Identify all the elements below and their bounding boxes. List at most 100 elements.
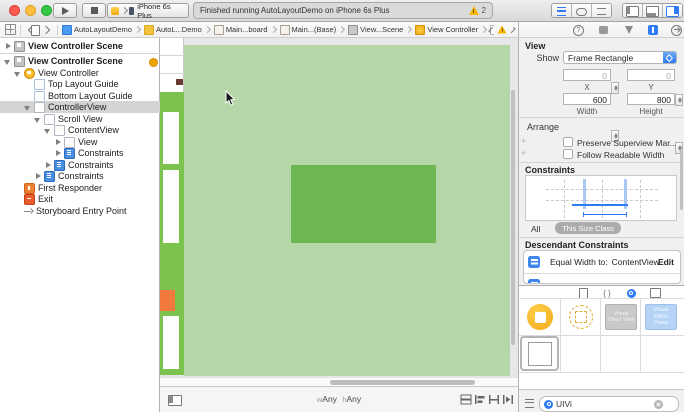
guide-line: [564, 180, 565, 218]
width-constraint-line[interactable]: [572, 204, 628, 206]
x-field[interactable]: 0: [563, 69, 611, 81]
library-item-visual-effect-views[interactable]: Visual Effect Views: [645, 304, 677, 330]
outline-row-scene-collapsed[interactable]: View Controller Scene: [0, 40, 164, 52]
media-library-icon: [650, 288, 661, 298]
outline-row-exit[interactable]: Exit: [0, 193, 174, 205]
zoom-window-button[interactable]: [41, 5, 52, 16]
standard-editor-button[interactable]: [552, 4, 572, 18]
breadcrumb-item-project[interactable]: AutoLayoutDemo: [62, 25, 144, 35]
close-window-button[interactable]: [9, 5, 20, 16]
preserve-superview-checkbox[interactable]: [563, 137, 573, 147]
project-icon: [62, 25, 72, 35]
tab-attributes-inspector[interactable]: [623, 25, 634, 36]
tab-object-library[interactable]: [625, 288, 637, 298]
constraints-tab-all[interactable]: All: [531, 224, 540, 234]
next-issue-button[interactable]: [509, 26, 515, 32]
content-subview[interactable]: [291, 165, 436, 243]
library-item-visual-effect-view[interactable]: Visual Effect View: [605, 304, 637, 330]
breadcrumb-item-view-controller[interactable]: View Controller: [415, 25, 490, 35]
height-field[interactable]: 800: [627, 93, 675, 105]
library-item-view-selected[interactable]: [520, 336, 559, 371]
library-item-storyboard-reference[interactable]: [569, 305, 593, 329]
pin-button[interactable]: [488, 394, 500, 405]
descendant-constraint-row[interactable]: Equal Width to: ContentView Edit: [524, 251, 680, 274]
tab-file-inspector[interactable]: [30, 25, 41, 36]
vertical-scrollbar[interactable]: [511, 90, 515, 345]
version-editor-button[interactable]: [592, 4, 611, 18]
outline-row-controllerview[interactable]: ControllerView: [0, 101, 184, 113]
outline-row-entry-point[interactable]: Storyboard Entry Point: [0, 205, 174, 217]
chevron-down-icon[interactable]: [4, 57, 12, 65]
breadcrumb-item-storyboard[interactable]: Main...board: [214, 25, 280, 35]
storyboard-file-icon: [280, 25, 290, 35]
library-filter-field[interactable]: [539, 396, 679, 412]
resolve-autolayout-button[interactable]: [502, 394, 514, 405]
stop-button[interactable]: [82, 3, 106, 18]
scheme-device-label: iPhone 6s Plus: [137, 2, 185, 20]
tab-code-snippets[interactable]: { }: [601, 288, 613, 298]
library-item-view-controller[interactable]: [527, 304, 553, 330]
breadcrumb-item-scene[interactable]: View...Scene: [348, 25, 415, 35]
equal-width-constraint-line[interactable]: [583, 214, 627, 215]
chevron-right-icon[interactable]: [34, 172, 42, 180]
clear-filter-icon[interactable]: [654, 400, 663, 409]
toggle-debug-area-button[interactable]: [643, 4, 663, 18]
warning-icon[interactable]: [498, 25, 507, 33]
neighbor-scene-view[interactable]: [160, 92, 184, 375]
breadcrumb-item-storyboard-base[interactable]: Main...(Base): [280, 25, 349, 35]
follow-readable-width-checkbox[interactable]: [563, 149, 573, 159]
related-items-icon[interactable]: [5, 24, 16, 35]
chevron-right-icon[interactable]: [54, 138, 62, 146]
previous-issue-button[interactable]: [488, 26, 494, 32]
toggle-navigator-button[interactable]: [623, 4, 643, 18]
assistant-editor-button[interactable]: [572, 4, 592, 18]
chevron-right-icon[interactable]: [44, 161, 52, 169]
warning-count[interactable]: 2: [482, 6, 486, 15]
chevron-down-icon[interactable]: [34, 115, 42, 123]
tab-connections-inspector[interactable]: [671, 25, 682, 36]
edit-constraint-button[interactable]: Edit: [658, 257, 674, 267]
tab-size-inspector[interactable]: [647, 25, 658, 36]
x-label: X: [563, 83, 611, 92]
outline-row-scene[interactable]: View Controller Scene: [0, 55, 164, 67]
breadcrumb-item-group[interactable]: AutoL...Demo: [144, 25, 214, 35]
horizontal-scrollbar[interactable]: [330, 380, 475, 385]
standard-editor-icon: [557, 7, 566, 16]
guide-line: [546, 189, 658, 190]
y-stepper[interactable]: [675, 94, 683, 106]
y-label: Y: [627, 83, 675, 92]
toggle-utilities-button[interactable]: [663, 4, 682, 18]
spacer: [24, 80, 32, 88]
stack-button[interactable]: [460, 394, 472, 405]
tab-identity-inspector[interactable]: [598, 25, 609, 36]
chevron-right-icon[interactable]: [54, 149, 62, 157]
align-button[interactable]: [474, 394, 486, 405]
minimize-window-button[interactable]: [25, 5, 36, 16]
width-field[interactable]: 600: [563, 93, 611, 105]
library-list-toggle-button[interactable]: [525, 399, 534, 408]
chevron-right-icon[interactable]: [4, 42, 12, 50]
x-stepper[interactable]: [611, 82, 619, 94]
show-popup[interactable]: Frame Rectangle: [563, 51, 677, 64]
issue-navigation: [486, 22, 518, 37]
warning-icon[interactable]: [469, 6, 479, 15]
chevron-down-icon[interactable]: [24, 103, 32, 111]
tab-quick-help[interactable]: ?: [573, 25, 584, 36]
view-icon: [54, 125, 65, 136]
go-forward-button[interactable]: [42, 25, 50, 33]
constraints-diagram[interactable]: [525, 175, 677, 221]
tab-media-library[interactable]: [649, 288, 661, 298]
chevron-down-icon[interactable]: [44, 126, 52, 134]
outline-row-top-layout-guide[interactable]: Top Layout Guide: [0, 78, 184, 90]
library-filter-input[interactable]: [556, 399, 652, 409]
run-button[interactable]: [53, 3, 77, 18]
storyboard-canvas[interactable]: [160, 38, 518, 386]
tab-file-templates[interactable]: [577, 288, 589, 298]
constraints-tab-size-class[interactable]: This Size Class: [555, 222, 621, 234]
chevron-down-icon[interactable]: [14, 69, 22, 77]
chevron-right-icon: [121, 7, 128, 14]
inspector-scrollbar[interactable]: [680, 150, 683, 210]
y-field[interactable]: 0: [627, 69, 675, 81]
scheme-selector[interactable]: iPhone 6s Plus: [107, 3, 189, 18]
descendant-constraint-row-partial[interactable]: [524, 274, 680, 284]
